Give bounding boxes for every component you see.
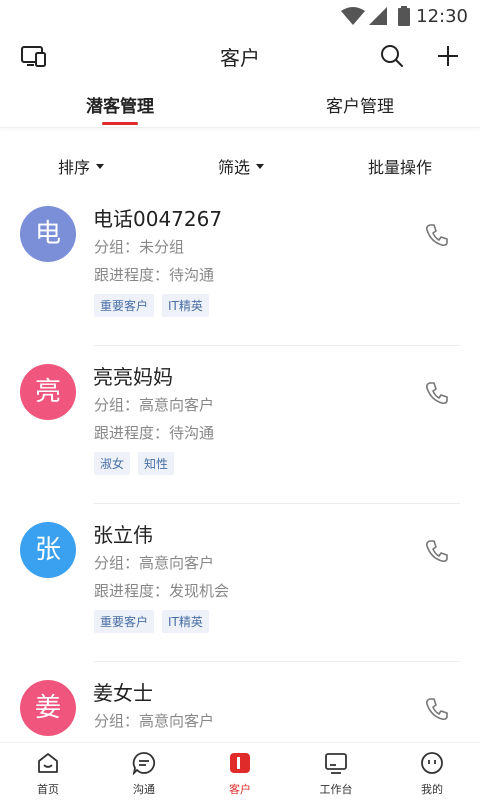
customer-card[interactable]: 亮 亮亮妈妈 分组：高意向客户 跟进程度：待沟通 淑女 知性 <box>0 346 480 504</box>
search-icon[interactable] <box>378 42 406 70</box>
nav-customer[interactable]: 客户 <box>192 743 288 800</box>
customer-name: 张立伟 <box>93 523 153 547</box>
avatar: 电 <box>20 206 76 262</box>
workbench-icon <box>325 753 347 774</box>
nav-label: 我的 <box>421 783 443 796</box>
nav-label: 沟通 <box>133 783 155 796</box>
tag-list: 重要客户 IT精英 <box>94 294 209 317</box>
avatar: 张 <box>20 522 76 578</box>
tag: 重要客户 <box>94 610 155 633</box>
status-bar: 12:30 <box>0 0 480 32</box>
battery-icon <box>398 6 410 26</box>
phone-icon[interactable] <box>424 696 450 722</box>
nav-chat[interactable]: 沟通 <box>96 743 192 800</box>
customer-name: 亮亮妈妈 <box>93 365 173 389</box>
wifi-icon <box>341 7 365 25</box>
customer-progress: 跟进程度：待沟通 <box>94 266 215 284</box>
tab-bar: 潜客管理 客户管理 <box>0 80 480 128</box>
phone-icon[interactable] <box>424 222 450 248</box>
tag: 重要客户 <box>94 294 155 317</box>
app-header: 客户 <box>0 32 480 80</box>
caret-down-icon <box>256 164 265 169</box>
nav-label: 客户 <box>229 783 251 796</box>
phone-icon[interactable] <box>424 538 450 564</box>
tag: 知性 <box>138 452 175 475</box>
signal-icon <box>369 7 387 25</box>
avatar: 姜 <box>20 680 76 736</box>
add-icon[interactable] <box>434 42 462 70</box>
customer-card[interactable]: 张 张立伟 分组：高意向客户 跟进程度：发现机会 重要客户 IT精英 <box>0 504 480 662</box>
tag: IT精英 <box>162 294 209 317</box>
customer-name: 姜女士 <box>93 681 153 705</box>
home-icon <box>38 753 58 773</box>
filter-dropdown[interactable]: 筛选 <box>218 154 265 178</box>
batch-operation-button[interactable]: 批量操作 <box>368 154 432 178</box>
tag-list: 重要客户 IT精英 <box>94 610 209 633</box>
tag: 淑女 <box>94 452 131 475</box>
customer-icon <box>230 753 250 773</box>
customer-name: 电话0047267 <box>93 207 223 231</box>
tab-customers[interactable]: 客户管理 <box>300 92 420 117</box>
filter-bar: 排序 筛选 批量操作 <box>0 140 480 188</box>
customer-group: 分组：高意向客户 <box>94 554 215 572</box>
nav-label: 工作台 <box>319 783 353 796</box>
nav-profile[interactable]: 我的 <box>384 743 480 800</box>
nav-label: 首页 <box>37 783 59 796</box>
customer-card[interactable]: 电 电话0047267 分组：未分组 跟进程度：待沟通 重要客户 IT精英 <box>0 188 480 346</box>
tab-active-indicator <box>102 122 138 125</box>
customer-progress: 跟进程度：发现机会 <box>94 582 230 600</box>
nav-home[interactable]: 首页 <box>0 743 96 800</box>
filter-label: 筛选 <box>218 158 251 177</box>
tag: IT精英 <box>162 610 209 633</box>
status-time: 12:30 <box>416 6 468 27</box>
customer-card[interactable]: 姜 姜女士 分组：高意向客户 <box>0 662 480 742</box>
chat-icon <box>132 752 156 775</box>
profile-icon <box>421 752 443 774</box>
phone-icon[interactable] <box>424 380 450 406</box>
avatar: 亮 <box>20 364 76 420</box>
caret-down-icon <box>96 164 105 169</box>
bottom-nav: 首页 沟通 客户 工作台 我的 <box>0 742 480 800</box>
tag-list: 淑女 知性 <box>94 452 175 475</box>
nav-workbench[interactable]: 工作台 <box>288 743 384 800</box>
customer-group: 分组：高意向客户 <box>94 396 215 414</box>
customer-group: 分组：未分组 <box>94 238 185 256</box>
page-title: 客户 <box>220 46 260 70</box>
sort-label: 排序 <box>58 158 91 177</box>
tab-prospects[interactable]: 潜客管理 <box>60 92 180 117</box>
sort-dropdown[interactable]: 排序 <box>58 154 105 178</box>
customer-progress: 跟进程度：待沟通 <box>94 424 215 442</box>
customer-group: 分组：高意向客户 <box>94 712 215 730</box>
